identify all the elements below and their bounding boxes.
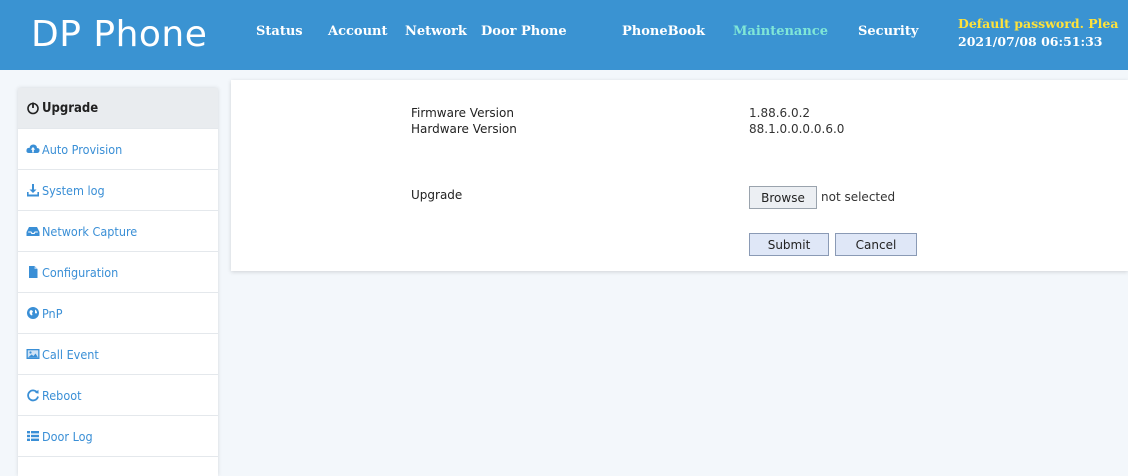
upgrade-label: Upgrade — [411, 188, 463, 202]
sidebar-item-label: Configuration — [42, 264, 119, 280]
upgrade-panel: Firmware Version 1.88.6.0.2 Hardware Ver… — [231, 80, 1128, 271]
system-datetime: 2021/07/08 06:51:33 — [958, 34, 1103, 49]
nav-maintenance[interactable]: Maintenance — [733, 24, 828, 39]
sidebar-item-label: Reboot — [42, 387, 82, 403]
download-icon — [26, 183, 40, 197]
sidebar-item-auto-provision[interactable]: Auto Provision — [18, 129, 218, 170]
sidebar-item-network-capture[interactable]: Network Capture — [18, 211, 218, 252]
sidebar-item-configuration[interactable]: Configuration — [18, 252, 218, 293]
file-icon — [26, 265, 40, 279]
default-password-warning[interactable]: Default password. Plea — [958, 15, 1128, 33]
nav-security[interactable]: Security — [858, 24, 918, 39]
sidebar-item-label: Door Log — [42, 428, 93, 444]
sidebar-item-pnp[interactable]: PnP — [18, 293, 218, 334]
nav-network[interactable]: Network — [405, 24, 467, 39]
inbox-icon — [26, 224, 40, 238]
sidebar-item-door-log[interactable]: Door Log — [18, 416, 218, 457]
sidebar-item-label: Upgrade — [42, 100, 99, 116]
cloud-upload-icon — [26, 142, 40, 156]
power-icon — [26, 101, 40, 115]
nav-phonebook[interactable]: PhoneBook — [622, 24, 705, 39]
app-logo: DP Phone — [31, 14, 208, 55]
sidebar-item-label: System log — [42, 182, 105, 198]
firmware-version-value: 1.88.6.0.2 — [749, 106, 811, 120]
list-icon — [26, 429, 40, 443]
header-notice: Default password. Plea 2021/07/08 06:51:… — [958, 15, 1128, 51]
sidebar-item-label: Network Capture — [42, 223, 138, 239]
firmware-version-label: Firmware Version — [411, 106, 514, 120]
hardware-version-label: Hardware Version — [411, 122, 517, 136]
nav-status[interactable]: Status — [256, 24, 303, 39]
sidebar-item-call-event[interactable]: Call Event — [18, 334, 218, 375]
sidebar-item-label: Auto Provision — [42, 141, 123, 157]
top-header: DP Phone Status Account Network Door Pho… — [0, 0, 1128, 70]
sidebar-item-label: PnP — [42, 305, 63, 321]
globe-icon — [26, 306, 40, 320]
picture-icon — [26, 347, 40, 361]
sidebar-item-system-log[interactable]: System log — [18, 170, 218, 211]
hardware-version-value: 88.1.0.0.0.0.6.0 — [749, 122, 845, 136]
sidebar-item-reboot[interactable]: Reboot — [18, 375, 218, 416]
sidebar-item-upgrade[interactable]: Upgrade — [18, 88, 218, 129]
sidebar: Upgrade Auto Provision System log Networ… — [18, 88, 218, 476]
cancel-button[interactable]: Cancel — [835, 233, 917, 256]
submit-button[interactable]: Submit — [749, 233, 829, 256]
browse-button[interactable]: Browse — [749, 186, 817, 209]
nav-door-phone[interactable]: Door Phone — [481, 24, 567, 39]
refresh-icon — [26, 388, 40, 402]
sidebar-item-label: Call Event — [42, 346, 99, 362]
file-status: not selected — [821, 190, 896, 204]
nav-account[interactable]: Account — [328, 24, 388, 39]
